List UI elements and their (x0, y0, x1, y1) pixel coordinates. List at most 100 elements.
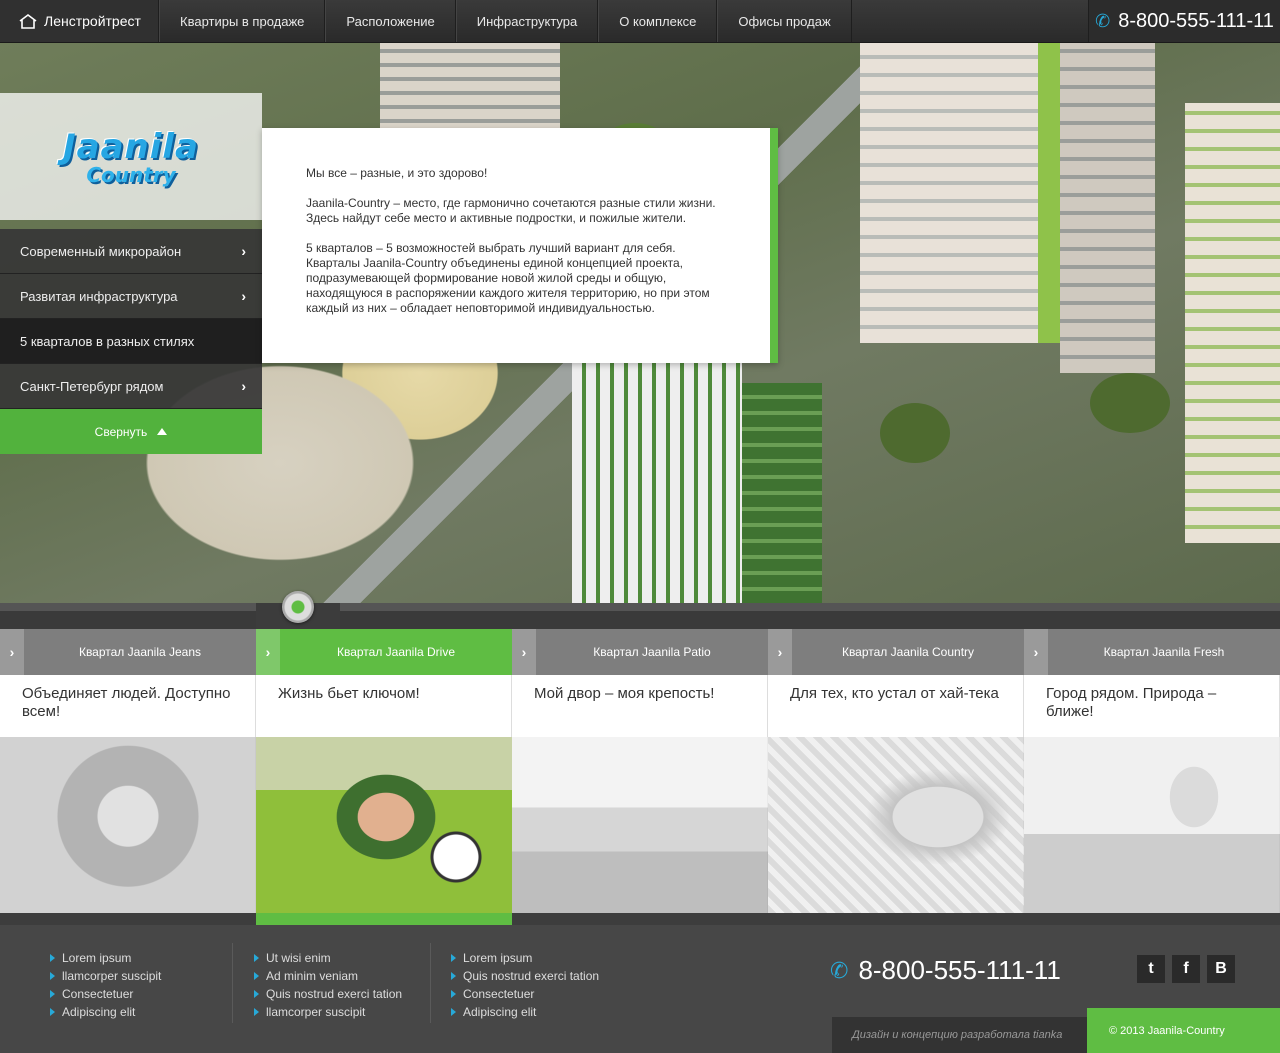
side-menu-item-modern-district[interactable]: Современный микрорайон › (0, 229, 262, 274)
info-paragraph: Мы все – разные, и это здорово! (306, 166, 488, 180)
tab-label: Квартал Jaanila Jeans (24, 629, 256, 675)
nav-item-location[interactable]: Расположение (325, 0, 456, 42)
header-phone-number: 8-800-555-111-11 (1118, 9, 1274, 32)
card-bar (768, 913, 1024, 925)
nav-item-apartments[interactable]: Квартиры в продаже (159, 0, 326, 42)
brand-label: Ленстройтрест (44, 13, 141, 29)
info-paragraph: Jaanila-Country – место, где гармонично … (306, 196, 716, 225)
footer-phone[interactable]: ✆ 8-800-555-111-11 (830, 955, 1061, 986)
side-menu-label: 5 кварталов в разных стилях (20, 333, 195, 349)
side-menu-label: Развитая инфраструктура (20, 288, 178, 304)
footer-link[interactable]: Lorem ipsum (48, 949, 161, 967)
chevron-right-icon: › (241, 378, 246, 394)
footer-links-column: Ut wisi enim Ad minim veniam Quis nostru… (252, 949, 402, 1021)
logo[interactable]: Jaanila Country (0, 93, 262, 220)
triangle-up-icon (157, 428, 168, 435)
building-illustration (742, 383, 822, 603)
twitter-icon[interactable]: t (1137, 955, 1165, 983)
tab-jaanila-jeans[interactable]: › Квартал Jaanila Jeans (0, 629, 256, 675)
tab-jaanila-country[interactable]: › Квартал Jaanila Country (768, 629, 1024, 675)
card-slogan: Мой двор – моя крепость! (512, 675, 767, 737)
chevron-right-icon: › (512, 629, 536, 675)
tabs-track (0, 603, 1280, 611)
card-bar (0, 913, 256, 925)
building-illustration (572, 363, 742, 603)
nav-item-about[interactable]: О комплексе (598, 0, 718, 42)
footer-link[interactable]: Consectetuer (449, 985, 599, 1003)
card-photo (768, 737, 1024, 913)
card-bar (1024, 913, 1280, 925)
nav-item-sales-offices[interactable]: Офисы продаж (717, 0, 852, 42)
footer-link[interactable]: Ad minim veniam (252, 967, 402, 985)
chevron-right-icon: › (241, 288, 246, 304)
quarter-card-drive[interactable]: Жизнь бьет ключом! (256, 675, 512, 925)
card-bar (512, 913, 768, 925)
facebook-icon[interactable]: f (1172, 955, 1200, 983)
active-tab-indicator (282, 591, 314, 623)
quarter-card-country[interactable]: Для тех, кто устал от хай-тека (768, 675, 1024, 925)
footer-link[interactable]: Adipiscing elit (48, 1003, 161, 1021)
chevron-right-icon: › (241, 243, 246, 259)
footer-link[interactable]: Consectetuer (48, 985, 161, 1003)
tree-illustration (1090, 373, 1170, 433)
tree-illustration (880, 403, 950, 463)
tab-jaanila-patio[interactable]: › Квартал Jaanila Patio (512, 629, 768, 675)
copyright: © 2013 Jaanila-Country (1087, 1008, 1280, 1053)
info-paragraph: 5 кварталов – 5 возможностей выбрать луч… (306, 241, 710, 315)
side-menu: Современный микрорайон › Развитая инфрас… (0, 229, 262, 454)
building-illustration (860, 43, 1060, 343)
side-menu-item-five-quarters[interactable]: 5 кварталов в разных стилях (0, 319, 262, 364)
tab-label: Квартал Jaanila Drive (280, 629, 512, 675)
tab-jaanila-drive[interactable]: › Квартал Jaanila Drive (256, 629, 512, 675)
quarter-card-jeans[interactable]: Объединяет людей. Доступно всем! (0, 675, 256, 925)
card-slogan: Город рядом. Природа – ближе! (1024, 675, 1279, 737)
building-illustration (380, 43, 560, 133)
card-slogan: Для тех, кто устал от хай-тека (768, 675, 1023, 737)
side-menu-item-infrastructure[interactable]: Развитая инфраструктура › (0, 274, 262, 319)
card-bar (256, 913, 512, 925)
footer-link[interactable]: Adipiscing elit (449, 1003, 599, 1021)
card-slogan: Объединяет людей. Доступно всем! (0, 675, 255, 737)
tab-label: Квартал Jaanila Fresh (1048, 629, 1280, 675)
side-menu-label: Санкт-Петербург рядом (20, 378, 164, 394)
footer-link[interactable]: Lorem ipsum (449, 949, 599, 967)
info-panel: Мы все – разные, и это здорово! Jaanila-… (262, 128, 778, 363)
chevron-right-icon: › (1024, 629, 1048, 675)
card-photo (0, 737, 256, 913)
card-photo (256, 737, 512, 913)
collapse-label: Свернуть (94, 424, 148, 439)
tab-jaanila-fresh[interactable]: › Квартал Jaanila Fresh (1024, 629, 1280, 675)
phone-icon: ✆ (1095, 10, 1111, 31)
card-photo (512, 737, 768, 913)
footer-link[interactable]: Quis nostrud exerci tation (252, 985, 402, 1003)
collapse-button[interactable]: Свернуть (0, 409, 262, 454)
building-illustration (1185, 103, 1280, 543)
card-photo (1024, 737, 1280, 913)
building-illustration (1060, 43, 1155, 373)
vkontakte-icon[interactable]: B (1207, 955, 1235, 983)
design-credit: Дизайн и концепцию разработала tianka (832, 1017, 1087, 1053)
footer-link[interactable]: Ut wisi enim (252, 949, 402, 967)
side-menu-item-spb-nearby[interactable]: Санкт-Петербург рядом › (0, 364, 262, 409)
footer-link[interactable]: Quis nostrud exerci tation (449, 967, 599, 985)
footer-divider (430, 943, 431, 1023)
side-menu-label: Современный микрорайон (20, 243, 182, 259)
logo-line2: Country (86, 162, 176, 187)
chevron-right-icon: › (256, 629, 280, 675)
quarter-cards: Объединяет людей. Доступно всем! Жизнь б… (0, 675, 1280, 925)
footer-links-column: Lorem ipsum llamcorper suscipit Consecte… (48, 949, 161, 1021)
brand-link[interactable]: Ленстройтрест (0, 0, 159, 42)
footer-phone-number: 8-800-555-111-11 (858, 955, 1061, 985)
tab-label: Квартал Jaanila Patio (536, 629, 768, 675)
footer-links-column: Lorem ipsum Quis nostrud exerci tation C… (449, 949, 599, 1021)
quarter-card-patio[interactable]: Мой двор – моя крепость! (512, 675, 768, 925)
quarter-card-fresh[interactable]: Город рядом. Природа – ближе! (1024, 675, 1280, 925)
footer-link[interactable]: llamcorper suscipit (252, 1003, 402, 1021)
footer: Lorem ipsum llamcorper suscipit Consecte… (0, 925, 1280, 1053)
footer-link[interactable]: llamcorper suscipit (48, 967, 161, 985)
phone-icon: ✆ (830, 957, 849, 983)
footer-divider (232, 943, 233, 1023)
header-phone[interactable]: ✆ 8-800-555-111-11 (1088, 0, 1280, 42)
nav-item-infrastructure[interactable]: Инфраструктура (455, 0, 599, 42)
